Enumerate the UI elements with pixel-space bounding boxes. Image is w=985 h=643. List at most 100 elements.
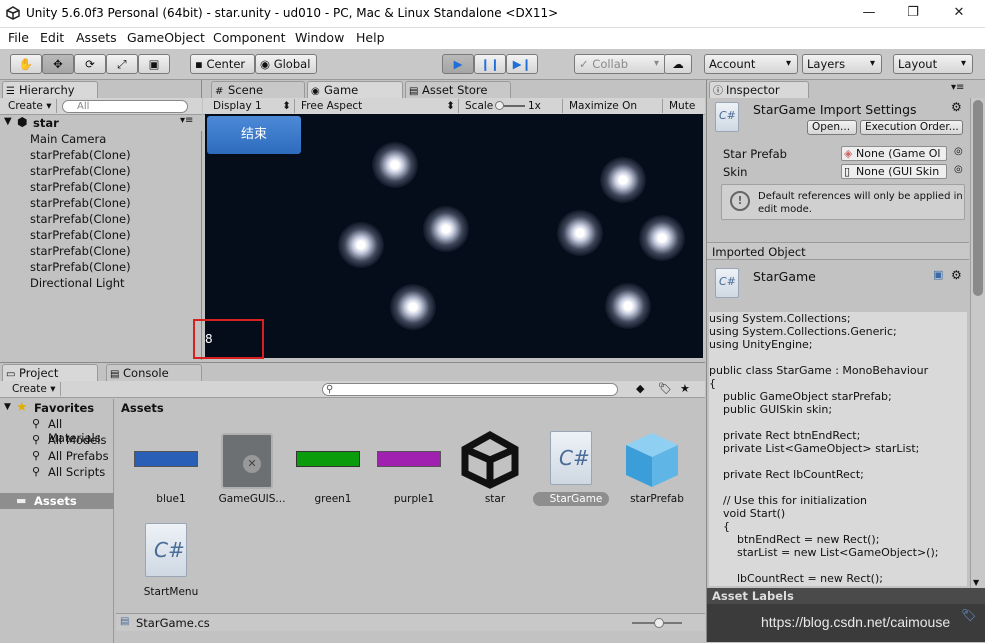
menu-edit[interactable]: Edit (40, 30, 64, 45)
star-prefab-field[interactable]: ◈ None (Game Ol (841, 146, 947, 161)
guiskin-icon[interactable]: ✕ (221, 433, 273, 489)
tab-hierarchy[interactable]: ☰ Hierarchy (2, 81, 98, 98)
menu-assets[interactable]: Assets (76, 30, 117, 45)
scale-slider[interactable]: Scale 1x (461, 99, 563, 113)
menu-gameobject[interactable]: GameObject (127, 30, 205, 45)
hierarchy-panel: ☰ Hierarchy Create ▾ All ▼ ⬢ star ▾≡ Main… (0, 80, 202, 360)
favorites-label[interactable]: Favorites (34, 401, 94, 415)
project-create-button[interactable]: Create ▾ (8, 382, 61, 396)
help-text: edit mode. (758, 204, 812, 215)
minimize-icon[interactable]: — (854, 4, 884, 24)
hierarchy-item[interactable]: starPrefab(Clone) (30, 180, 131, 194)
scene-name: star (33, 116, 59, 130)
expand-arrow-icon[interactable]: ▼ (4, 116, 12, 127)
favorite-all-scripts[interactable]: All Scripts (48, 465, 105, 479)
material-swatch-blue[interactable] (134, 451, 198, 467)
gameobject-icon: ◈ (844, 147, 853, 160)
asset-labels-header: Asset Labels (707, 588, 985, 604)
hierarchy-search-input[interactable]: All (62, 100, 188, 113)
hand-tool-icon[interactable]: ✋ (10, 54, 42, 74)
scene-row[interactable]: ▼ ⬢ star ▾≡ (0, 115, 202, 131)
hierarchy-create-button[interactable]: Create ▾ (4, 99, 57, 113)
gear-icon[interactable]: ⚙ (951, 100, 962, 114)
tag-icon[interactable]: 🏷 (961, 608, 976, 622)
scene-menu-icon[interactable]: ▾≡ (180, 115, 193, 126)
tab-asset-store[interactable]: ▤ Asset Store (405, 81, 511, 98)
hierarchy-item[interactable]: starPrefab(Clone) (30, 196, 131, 210)
display-dropdown[interactable]: Display 1 ⬍ (209, 99, 295, 113)
hierarchy-item[interactable]: starPrefab(Clone) (30, 228, 131, 242)
hierarchy-item[interactable]: starPrefab(Clone) (30, 260, 131, 274)
hierarchy-item[interactable]: starPrefab(Clone) (30, 244, 131, 258)
csharp-file-icon[interactable]: C# (145, 523, 187, 577)
panel-menu-icon[interactable]: ▾≡ (951, 82, 964, 93)
imported-object-header: Imported Object (707, 242, 969, 260)
pivot-center-button[interactable]: ▪ Center (190, 54, 255, 74)
hierarchy-item[interactable]: starPrefab(Clone) (30, 148, 131, 162)
maximize-icon[interactable]: ❐ (898, 4, 928, 24)
mute-audio-toggle[interactable]: Mute A (665, 99, 705, 113)
favorite-all-models[interactable]: All Models (48, 433, 106, 447)
scroll-down-icon[interactable]: ▼ (973, 578, 979, 587)
material-swatch-purple[interactable] (377, 451, 441, 467)
filter-type-icon[interactable]: ◆ (636, 382, 644, 395)
end-button[interactable]: 结束 (207, 116, 301, 154)
open-button[interactable]: Open... (807, 120, 857, 135)
help-book-icon[interactable]: ▣ (933, 268, 943, 281)
star-sprite (639, 215, 685, 261)
icon-size-slider[interactable] (632, 618, 682, 628)
check-icon: ✓ (579, 57, 589, 71)
unity-scene-icon[interactable] (461, 431, 519, 489)
pivot-global-button[interactable]: ◉ Global (255, 54, 317, 74)
game-view[interactable]: 结束 8 (205, 114, 703, 358)
hierarchy-item[interactable]: starPrefab(Clone) (30, 164, 131, 178)
tab-game[interactable]: ◉ Game (307, 81, 403, 98)
hierarchy-item[interactable]: Main Camera (30, 132, 106, 146)
info-icon: ! (730, 191, 750, 211)
file-icon: ▯ (844, 165, 851, 178)
inspector-scrollbar[interactable]: ▼ (970, 98, 985, 588)
close-icon[interactable]: ✕ (944, 4, 974, 24)
scale-tool-icon[interactable]: ⤢ (106, 54, 138, 74)
layers-dropdown[interactable]: Layers (802, 54, 882, 74)
gear-icon[interactable]: ⚙ (951, 268, 962, 282)
execution-order-button[interactable]: Execution Order... (860, 120, 963, 135)
assets-tree-item[interactable]: ▬ Assets (0, 493, 114, 509)
object-picker-icon[interactable]: ◎ (954, 164, 963, 175)
pause-button[interactable]: ❙❙ (474, 54, 506, 74)
step-button[interactable]: ▶❙ (506, 54, 538, 74)
scrollbar-thumb[interactable] (973, 100, 983, 296)
move-tool-icon[interactable]: ✥ (42, 54, 74, 74)
csharp-file-icon[interactable]: C# (550, 431, 592, 485)
rotate-tool-icon[interactable]: ⟳ (74, 54, 106, 74)
menu-window[interactable]: Window (295, 30, 344, 45)
hierarchy-item[interactable]: Directional Light (30, 276, 125, 290)
layout-dropdown[interactable]: Layout (893, 54, 973, 74)
tab-console[interactable]: ▤ Console (106, 364, 202, 381)
menu-component[interactable]: Component (213, 30, 286, 45)
aspect-dropdown[interactable]: Free Aspect ⬍ (297, 99, 459, 113)
rect-tool-icon[interactable]: ▣ (138, 54, 170, 74)
menu-file[interactable]: File (8, 30, 29, 45)
tab-scene[interactable]: # Scene (211, 81, 305, 98)
assets-tree-label: Assets (34, 494, 77, 508)
tab-inspector[interactable]: ⓘ Inspector (709, 81, 809, 98)
cloud-button[interactable]: ☁ (664, 54, 692, 74)
favorite-all-prefabs[interactable]: All Prefabs (48, 449, 109, 463)
expand-arrow-icon[interactable]: ▼ (4, 402, 11, 412)
material-swatch-green[interactable] (296, 451, 360, 467)
skin-field[interactable]: ▯ None (GUI Skin (841, 164, 947, 179)
maximize-on-play-toggle[interactable]: Maximize On Play (565, 99, 663, 126)
collab-dropdown[interactable]: ✓ Collab (574, 54, 666, 74)
account-dropdown[interactable]: Account (704, 54, 798, 74)
prefab-cube-icon[interactable] (622, 429, 682, 489)
menu-help[interactable]: Help (356, 30, 385, 45)
favorite-star-icon[interactable]: ★ (680, 382, 690, 395)
play-button[interactable]: ▶ (442, 54, 474, 74)
project-tree: ▼ ★ Favorites ⚲ All Materials ⚲ All Mode… (0, 399, 114, 643)
project-search-input[interactable]: ⚲ (322, 383, 618, 396)
object-picker-icon[interactable]: ◎ (954, 146, 963, 157)
tab-project[interactable]: ▭ Project (2, 364, 98, 381)
hierarchy-item[interactable]: starPrefab(Clone) (30, 212, 131, 226)
filter-label-icon[interactable]: 🏷 (658, 382, 672, 395)
